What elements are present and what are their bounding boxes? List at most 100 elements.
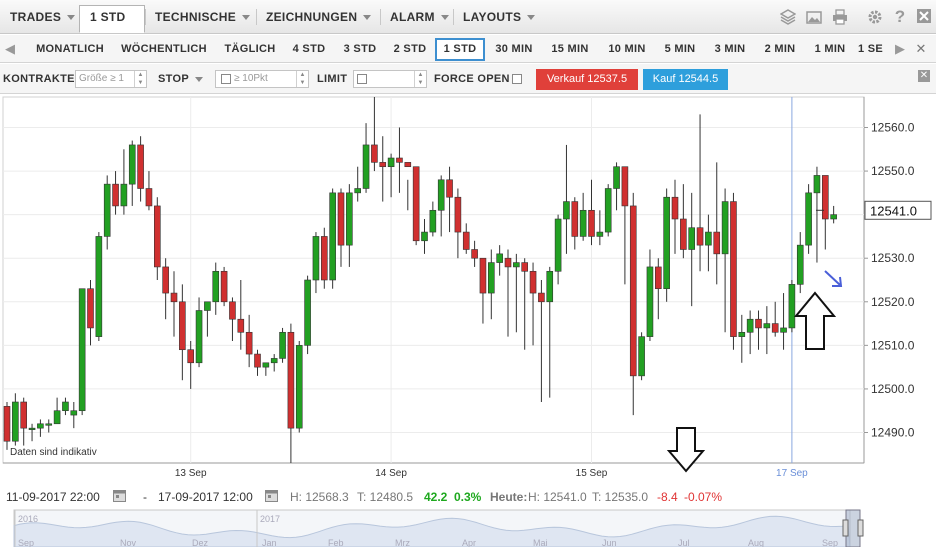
today-label: Heute:	[490, 490, 528, 504]
date-label: 17 Sep	[776, 468, 808, 479]
candle-body	[705, 231, 712, 246]
month-label: Mrz	[395, 538, 410, 547]
settings-icon[interactable]	[867, 9, 883, 25]
candle-body	[20, 401, 28, 429]
month-label: Aug	[748, 538, 764, 547]
candle-body	[421, 231, 428, 242]
month-label: Jun	[602, 538, 617, 547]
menu-zeichnungen[interactable]: ZEICHNUNGEN	[256, 6, 372, 28]
candle-body	[62, 401, 69, 412]
candle-body	[429, 209, 437, 233]
time-navigator[interactable]: 2016 2017 Sep Nov Dez Jan Feb Mrz Apr Mai Jun Jul Au…	[0, 508, 936, 548]
timeframe-2m[interactable]: 2 MIN	[756, 38, 804, 61]
candle-body	[513, 262, 520, 268]
timeframe-1h[interactable]: 1 STD	[435, 38, 485, 61]
month-label: Sep	[822, 538, 838, 547]
candle-body	[270, 358, 278, 364]
candle-body	[145, 188, 153, 207]
timeframe-1m[interactable]: 1 MIN	[806, 38, 854, 61]
timeframe-monthly[interactable]: MONATLICH	[30, 38, 110, 61]
timeframe-4h[interactable]: 4 STD	[285, 38, 333, 61]
limit-input[interactable]: ▲ ▼	[353, 70, 427, 88]
candle-body	[204, 301, 211, 311]
stop-input[interactable]: ≥ 10Pkt ▲ ▼	[215, 70, 309, 88]
candle-body	[37, 423, 44, 429]
timeframe-3h[interactable]: 3 STD	[336, 38, 384, 61]
chevron-down-icon	[363, 15, 372, 21]
calendar-icon[interactable]	[113, 489, 126, 505]
stop-label[interactable]: STOP	[158, 73, 203, 85]
timeframe-bar: ◀ MONATLICH WÖCHENTLICH TÄGLICH 4 STD 3 …	[0, 35, 936, 63]
stepper-icon[interactable]: ▲ ▼	[414, 71, 426, 87]
candle-body	[588, 209, 595, 237]
candle-body	[487, 262, 495, 294]
stop-checkbox[interactable]	[221, 74, 231, 84]
menu-timeframe[interactable]: 1 STD	[79, 5, 145, 43]
candle-body	[103, 183, 111, 237]
force-open-checkbox[interactable]	[512, 74, 522, 84]
month-label: Dez	[192, 538, 209, 547]
timeframe-3m[interactable]: 3 MIN	[706, 38, 754, 61]
stepper-icon[interactable]: ▲ ▼	[296, 71, 308, 87]
chevron-down-icon	[527, 15, 536, 21]
layers-icon[interactable]	[779, 9, 797, 25]
date-range-dash: -	[143, 490, 147, 504]
scroll-right-icon[interactable]: ▶	[893, 40, 907, 58]
close-icon[interactable]: ✕	[918, 70, 930, 82]
timeframe-30m[interactable]: 30 MIN	[488, 38, 540, 61]
candle-body	[87, 288, 94, 329]
candle-body	[212, 270, 220, 303]
size-input[interactable]: Größe ≥ 1 ▲ ▼	[75, 70, 147, 88]
candle-body	[179, 301, 186, 351]
candle-body	[571, 201, 579, 237]
today-high: H: 12541.0	[528, 490, 587, 504]
calendar-icon[interactable]	[265, 489, 278, 505]
candle-body	[437, 179, 445, 211]
candle-body	[53, 410, 61, 425]
candle-body	[696, 227, 704, 246]
timeframe-5m[interactable]: 5 MIN	[656, 38, 704, 61]
navigator-canvas[interactable]: 2016 2017 Sep Nov Dez Jan Feb Mrz Apr Mai Jun Jul Au…	[0, 508, 936, 548]
timeframe-weekly[interactable]: WÖCHENTLICH	[114, 38, 214, 61]
navigator-handle-right[interactable]	[857, 519, 864, 537]
limit-checkbox[interactable]	[357, 74, 367, 84]
candle-body	[137, 144, 144, 189]
close-icon[interactable]: ✕	[914, 40, 928, 58]
candle-body	[654, 266, 662, 290]
price-tick-label: 12500.0	[871, 382, 915, 396]
timeframe-15m[interactable]: 15 MIN	[544, 38, 596, 61]
candle-body	[346, 192, 353, 246]
scroll-left-icon[interactable]: ◀	[3, 40, 17, 58]
candle-body	[680, 218, 687, 250]
close-icon[interactable]	[916, 9, 932, 25]
timeframe-10m[interactable]: 10 MIN	[601, 38, 653, 61]
order-bar: KONTRAKTE Größe ≥ 1 ▲ ▼ STOP ≥ 10Pkt ▲ ▼ L…	[0, 64, 936, 94]
print-icon[interactable]	[832, 9, 848, 25]
candle-body	[78, 288, 86, 412]
help-icon[interactable]: ?	[892, 8, 908, 25]
menu-technische[interactable]: TECHNISCHE	[145, 6, 251, 28]
price-chart[interactable]: 12490.012500.012510.012520.012530.012540…	[0, 95, 936, 485]
timeframe-1s[interactable]: 1 SE	[858, 38, 888, 61]
buy-button[interactable]: Kauf 12544.5	[643, 69, 728, 90]
navigator-handle-left[interactable]	[842, 519, 849, 537]
candle-body	[446, 179, 453, 198]
sell-button[interactable]: Verkauf 12537.5	[536, 69, 638, 90]
menu-alarm[interactable]: ALARM	[380, 6, 449, 28]
timeframe-2h[interactable]: 2 STD	[386, 38, 434, 61]
candle-body	[229, 301, 236, 320]
stepper-icon[interactable]: ▲ ▼	[134, 71, 146, 87]
month-label: Mai	[533, 538, 548, 547]
menu-layouts[interactable]: LAYOUTS	[453, 6, 536, 28]
candle-body	[187, 349, 194, 364]
timeframe-daily[interactable]: TÄGLICH	[220, 38, 280, 61]
price-tick-label: 12520.0	[871, 295, 915, 309]
today-change-pct: -0.07%	[684, 490, 723, 504]
chart-canvas[interactable]: 12490.012500.012510.012520.012530.012540…	[0, 95, 936, 485]
image-icon[interactable]	[806, 9, 822, 25]
candle-body	[396, 157, 403, 163]
menu-technische-label: TECHNISCHE	[155, 10, 237, 24]
candle-body	[120, 183, 128, 207]
menu-trades[interactable]: TRADES	[0, 6, 76, 28]
candle-body	[304, 279, 311, 346]
